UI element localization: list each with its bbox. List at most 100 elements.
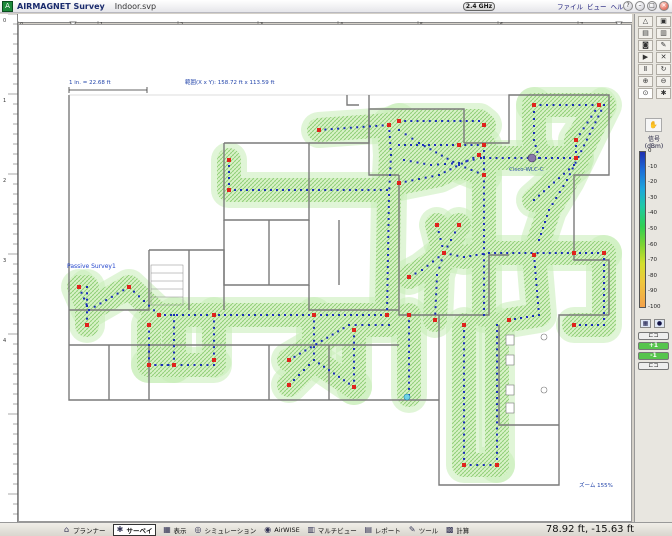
mode-tab-display[interactable]: ▦ 表示	[163, 524, 186, 536]
survey-waypoint[interactable]	[482, 143, 486, 147]
survey-waypoint[interactable]	[352, 328, 356, 332]
survey-waypoint[interactable]	[532, 103, 536, 107]
mode-tab-planner[interactable]: ⌂ プランナー	[62, 524, 106, 536]
survey-waypoint[interactable]	[495, 463, 499, 467]
survey-waypoint[interactable]	[387, 123, 391, 127]
survey-sample-point	[404, 120, 407, 122]
survey-sample-point	[548, 185, 550, 188]
survey-waypoint[interactable]	[227, 188, 231, 192]
survey-waypoint[interactable]	[482, 123, 486, 127]
survey-waypoint[interactable]	[572, 323, 576, 327]
side-button-1[interactable]: ⊏⊐	[638, 332, 669, 340]
survey-waypoint[interactable]	[172, 363, 176, 367]
survey-waypoint[interactable]	[435, 223, 439, 227]
survey-waypoint[interactable]	[572, 251, 576, 255]
survey-waypoint[interactable]	[227, 158, 231, 162]
survey-waypoint[interactable]	[477, 153, 481, 157]
survey-waypoint[interactable]	[85, 323, 89, 327]
survey-waypoint[interactable]	[407, 313, 411, 317]
camera-icon[interactable]: ◙	[638, 40, 653, 51]
mode-tab-simulation[interactable]: ◎ シミュレーション	[194, 524, 257, 536]
survey-sample-point	[258, 189, 260, 191]
survey-waypoint[interactable]	[507, 318, 511, 322]
zoom-in-icon[interactable]: ⊕	[638, 76, 653, 87]
survey-waypoint[interactable]	[597, 103, 601, 107]
legend-tick-label: -70	[648, 257, 657, 264]
survey-waypoint[interactable]	[457, 143, 461, 147]
survey-waypoint[interactable]	[482, 173, 486, 177]
survey-sample-point	[463, 433, 465, 436]
print-icon[interactable]: ▥	[656, 28, 671, 39]
minimize-button[interactable]: –	[635, 1, 645, 11]
survey-sample-point	[410, 144, 412, 146]
side-button-minus[interactable]: -1	[638, 352, 669, 360]
menu-file[interactable]: ファイル	[557, 1, 583, 11]
survey-waypoint[interactable]	[352, 385, 356, 389]
survey-waypoint[interactable]	[147, 323, 151, 327]
survey-waypoint[interactable]	[433, 318, 437, 322]
survey-sample-point	[496, 445, 498, 448]
survey-waypoint[interactable]	[602, 251, 606, 255]
side-button-2[interactable]: ⊏⊐	[638, 362, 669, 370]
survey-cursor-icon[interactable]	[403, 393, 411, 401]
close-button[interactable]: ×	[659, 1, 669, 11]
warning-icon[interactable]: △	[638, 16, 653, 27]
survey-waypoint[interactable]	[287, 383, 291, 387]
play-icon[interactable]: ▶	[638, 52, 653, 63]
pause-icon[interactable]: Ⅱ	[638, 64, 653, 75]
survey-waypoint[interactable]	[397, 181, 401, 185]
walk-icon[interactable]: ✱	[656, 88, 671, 99]
survey-waypoint[interactable]	[574, 156, 578, 160]
survey-waypoint[interactable]	[397, 119, 401, 123]
zoom-fit-icon[interactable]: ⊙	[638, 88, 653, 99]
survey-waypoint[interactable]	[462, 463, 466, 467]
survey-waypoint[interactable]	[287, 358, 291, 362]
open-folder-icon[interactable]: ▤	[638, 28, 653, 39]
zoom-out-icon[interactable]: ⊖	[656, 76, 671, 87]
survey-sample-point	[306, 189, 308, 191]
mode-tab-report[interactable]: ▤ レポート	[364, 524, 400, 536]
survey-waypoint[interactable]	[385, 313, 389, 317]
survey-waypoint[interactable]	[532, 253, 536, 257]
survey-waypoint[interactable]	[157, 313, 161, 317]
survey-waypoint[interactable]	[457, 223, 461, 227]
point-view-icon[interactable]: ●	[654, 319, 665, 328]
access-point-icon[interactable]	[527, 153, 537, 163]
floor-plan-svg[interactable]: 1 in. = 22.68 ft 範囲(X x Y): 158.72 ft x …	[19, 25, 632, 522]
survey-waypoint[interactable]	[312, 313, 316, 317]
side-button-plus[interactable]: +1	[638, 342, 669, 350]
rotate-icon[interactable]: ↻	[656, 64, 671, 75]
survey-sample-point	[597, 252, 599, 254]
survey-waypoint[interactable]	[127, 285, 131, 289]
survey-waypoint[interactable]	[462, 323, 466, 327]
mode-tab-calc[interactable]: ▩ 計算	[445, 524, 469, 536]
survey-sample-point	[563, 157, 565, 159]
mode-tab-survey[interactable]: ✱ サーベイ	[112, 523, 156, 536]
survey-waypoint[interactable]	[77, 285, 81, 289]
mode-tab-tool[interactable]: ✎ ツール	[408, 524, 438, 536]
survey-waypoint[interactable]	[407, 275, 411, 279]
mode-tab-airwise[interactable]: ◉ AirWISE	[263, 524, 300, 536]
survey-sample-point	[313, 333, 315, 336]
survey-waypoint[interactable]	[574, 138, 578, 142]
save-icon[interactable]: ▣	[656, 16, 671, 27]
image-view-icon[interactable]: ▦	[640, 319, 651, 328]
survey-sample-point	[512, 252, 515, 254]
survey-waypoint[interactable]	[147, 363, 151, 367]
status-bar: ⌂ プランナー ✱ サーベイ ▦ 表示 ◎ シミュレーション ◉ AirWISE ▥ マルチビュー ▤ レ…	[0, 522, 672, 536]
maximize-button[interactable]: □	[647, 1, 657, 11]
survey-waypoint[interactable]	[442, 251, 446, 255]
edit-icon[interactable]: ✎	[656, 40, 671, 51]
survey-sample-point	[591, 324, 593, 326]
frequency-band-button[interactable]: 2.4 GHz	[463, 2, 495, 11]
survey-waypoint[interactable]	[212, 313, 216, 317]
mode-tab-multiview[interactable]: ▥ マルチビュー	[307, 524, 356, 536]
survey-sample-point	[555, 197, 558, 199]
delete-icon[interactable]: ✕	[656, 52, 671, 63]
pan-hand-icon[interactable]: ✋	[645, 118, 662, 132]
menu-view[interactable]: ビュー	[587, 1, 607, 11]
floor-plan-canvas[interactable]: 1 in. = 22.68 ft 範囲(X x Y): 158.72 ft x …	[18, 24, 632, 522]
survey-waypoint[interactable]	[317, 128, 321, 132]
survey-waypoint[interactable]	[212, 358, 216, 362]
help-button[interactable]: ?	[623, 1, 633, 11]
